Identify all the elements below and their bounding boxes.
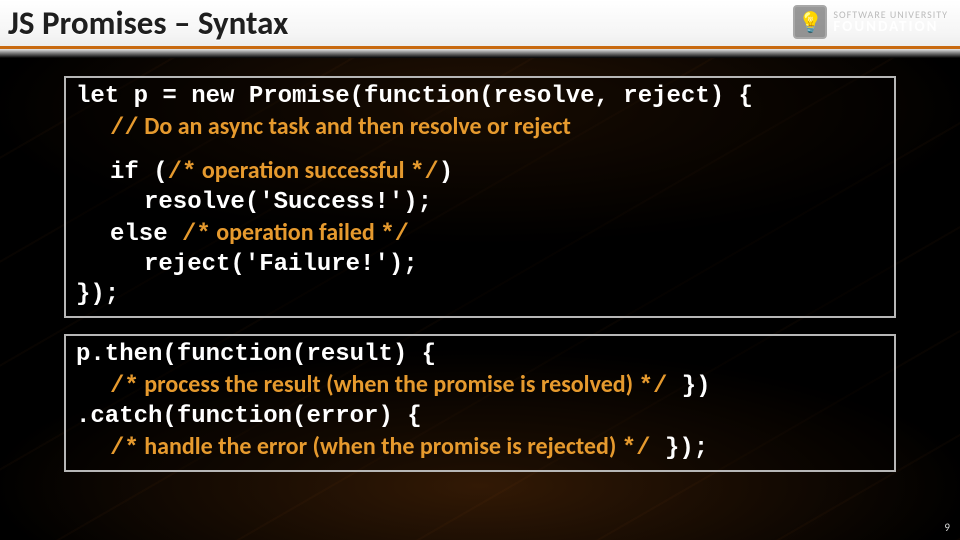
code-line: p.then(function(result) { (76, 340, 884, 370)
code-comment: /* process the result (when the promise … (76, 370, 884, 402)
code-line: }); (76, 280, 884, 310)
code-comment: /* handle the error (when the promise is… (76, 432, 884, 464)
code-line: let p = new Promise(function(resolve, re… (76, 82, 884, 112)
code-line: resolve('Success!'); (76, 188, 884, 218)
logo-text: SOFTWARE UNIVERSITY FOUNDATION (833, 10, 948, 35)
foundation-logo: 💡 SOFTWARE UNIVERSITY FOUNDATION (793, 5, 948, 39)
slide-content: let p = new Promise(function(resolve, re… (0, 58, 960, 472)
lightbulb-icon: 💡 (793, 5, 827, 39)
code-line: reject('Failure!'); (76, 250, 884, 280)
slide-title: JS Promises – Syntax (8, 3, 288, 43)
title-underline (0, 46, 960, 58)
code-line: else /* operation failed */ (76, 218, 884, 250)
code-line: if (/* operation successful */) (76, 156, 884, 188)
code-block-1: let p = new Promise(function(resolve, re… (64, 76, 896, 318)
code-line: .catch(function(error) { (76, 402, 884, 432)
code-block-2: p.then(function(result) { /* process the… (64, 334, 896, 472)
page-number: 9 (944, 521, 950, 534)
blank-line (76, 144, 884, 156)
logo-line-2: FOUNDATION (833, 20, 948, 35)
code-comment: // Do an async task and then resolve or … (76, 112, 884, 144)
